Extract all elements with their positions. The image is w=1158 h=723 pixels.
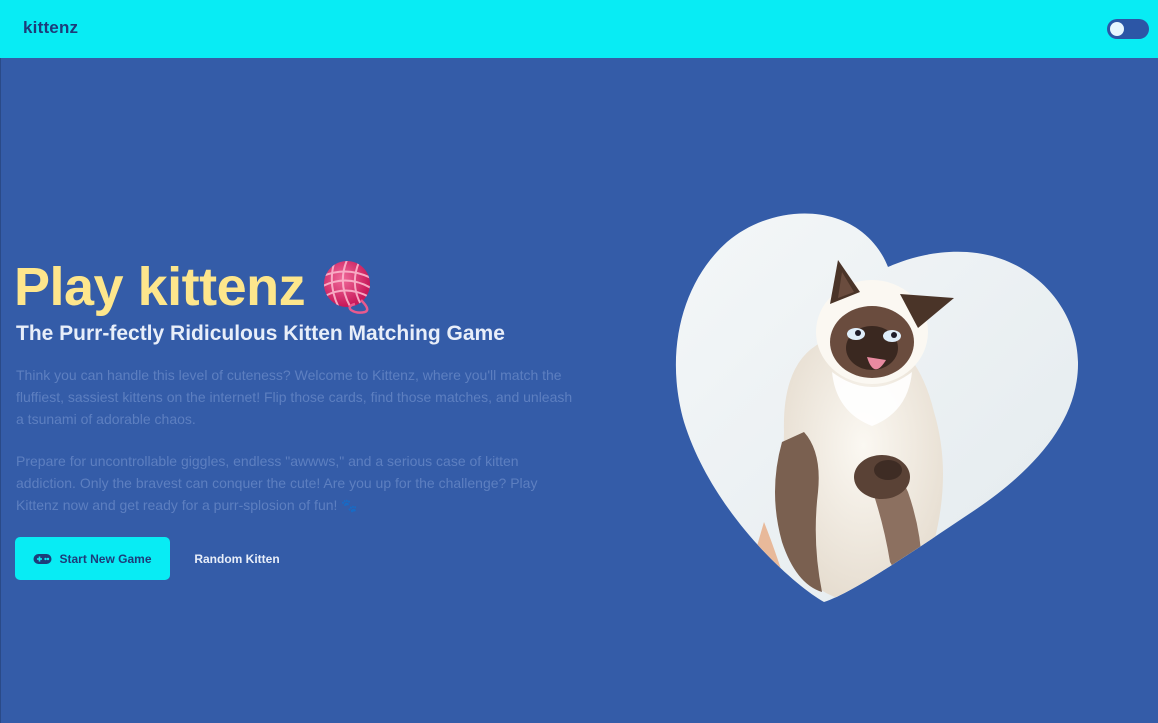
challenge-paragraph: Prepare for uncontrollable giggles, endl… <box>16 450 576 517</box>
challenge-text: Prepare for uncontrollable giggles, endl… <box>16 453 538 513</box>
yarn-ball-icon <box>321 258 379 316</box>
paw-icon: 🐾 <box>341 498 358 513</box>
hero-title: Play kittenz <box>14 254 379 320</box>
toggle-knob <box>1110 22 1124 36</box>
intro-paragraph: Think you can handle this level of cuten… <box>16 367 573 427</box>
hero-title-text: Play kittenz <box>14 257 306 317</box>
random-kitten-button[interactable]: Random Kitten <box>180 537 294 580</box>
random-kitten-label: Random Kitten <box>194 551 280 566</box>
hero-subtitle: The Purr-fectly Ridiculous Kitten Matchi… <box>16 322 505 345</box>
gamepad-icon <box>33 553 52 565</box>
start-new-game-button[interactable]: Start New Game <box>15 537 170 580</box>
theme-toggle[interactable] <box>1107 19 1149 39</box>
brand-logo-text[interactable]: kittenz <box>23 18 78 38</box>
kitten-heart-photo <box>675 213 1079 603</box>
top-nav-bar: kittenz <box>0 0 1158 58</box>
start-new-game-label: Start New Game <box>59 551 152 566</box>
